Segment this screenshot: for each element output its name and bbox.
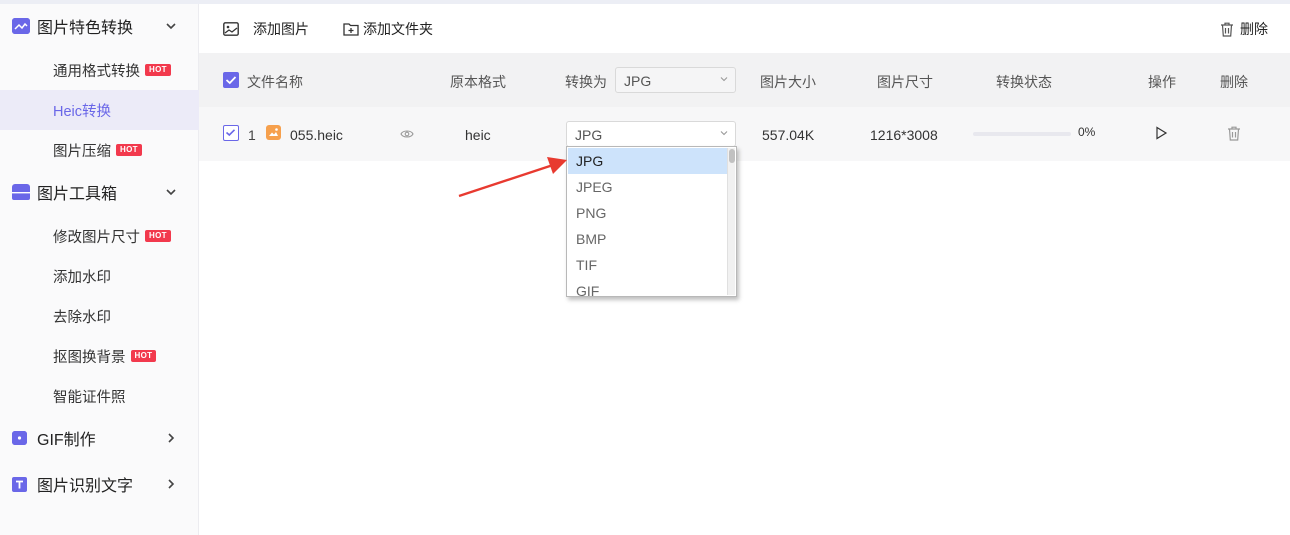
batch-format-select[interactable]: JPG bbox=[615, 67, 736, 93]
image-file-icon bbox=[266, 125, 281, 143]
sidebar-group-image-convert[interactable]: 图片特色转换 bbox=[0, 8, 199, 44]
play-icon[interactable] bbox=[1154, 126, 1168, 143]
header-size: 图片大小 bbox=[760, 74, 816, 90]
format-option-bmp[interactable]: BMP bbox=[568, 226, 728, 252]
hot-badge: HOT bbox=[130, 350, 157, 362]
header-orig-format: 原本格式 bbox=[450, 74, 506, 90]
sidebar-item-label: Heic转换 bbox=[53, 103, 112, 120]
row-progress-text: 0% bbox=[1078, 125, 1096, 139]
row-filename: 055.heic bbox=[290, 127, 343, 143]
sidebar-group-label: 图片特色转换 bbox=[37, 20, 134, 37]
hot-badge: HOT bbox=[145, 230, 171, 242]
sidebar-item-cutout-background[interactable]: 抠图换背景 HOT bbox=[0, 336, 199, 376]
select-all-checkbox[interactable] bbox=[223, 72, 239, 88]
chevron-right-icon bbox=[168, 433, 175, 443]
format-option-png[interactable]: PNG bbox=[568, 200, 728, 226]
hot-badge: HOT bbox=[116, 144, 142, 156]
batch-format-value: JPG bbox=[624, 73, 652, 89]
header-delete: 删除 bbox=[1220, 74, 1248, 90]
check-icon bbox=[225, 129, 236, 137]
header-status: 转换状态 bbox=[996, 74, 1052, 90]
sidebar-item-label: 修改图片尺寸 bbox=[53, 229, 140, 246]
row-index: 1 bbox=[248, 127, 256, 143]
row-dimensions: 1216*3008 bbox=[870, 127, 938, 143]
row-format-select[interactable]: JPG bbox=[566, 121, 736, 147]
header-action: 操作 bbox=[1148, 74, 1176, 90]
image-convert-icon bbox=[12, 18, 30, 34]
annotation-arrow-icon bbox=[458, 157, 567, 198]
chevron-right-icon bbox=[168, 479, 175, 489]
sidebar-item-compress[interactable]: 图片压缩 HOT bbox=[0, 130, 199, 170]
format-option-gif[interactable]: GIF bbox=[568, 278, 728, 296]
chevron-down-icon bbox=[166, 189, 176, 196]
sidebar-group-toolbox[interactable]: 图片工具箱 bbox=[0, 174, 199, 210]
row-format-value: JPG bbox=[575, 127, 603, 143]
check-icon bbox=[225, 76, 237, 85]
image-icon bbox=[223, 22, 239, 36]
delete-all-button[interactable]: 删除 bbox=[1220, 18, 1268, 40]
sidebar-item-resize[interactable]: 修改图片尺寸 HOT bbox=[0, 216, 199, 256]
delete-all-label: 删除 bbox=[1240, 21, 1268, 37]
sidebar: 图片特色转换 通用格式转换 HOT Heic转换 图片压缩 HOT 图片工具箱 … bbox=[0, 4, 199, 535]
sidebar-item-label: 去除水印 bbox=[53, 309, 111, 326]
chevron-down-icon bbox=[720, 77, 728, 82]
row-orig-format: heic bbox=[465, 127, 491, 143]
format-option-jpeg[interactable]: JPEG bbox=[568, 174, 728, 200]
header-dimensions: 图片尺寸 bbox=[877, 74, 933, 90]
text-ocr-icon bbox=[12, 476, 27, 492]
folder-add-icon bbox=[343, 23, 359, 36]
sidebar-item-label: 智能证件照 bbox=[53, 389, 126, 406]
dropdown-scrollbar[interactable] bbox=[727, 148, 735, 295]
header-filename: 文件名称 bbox=[247, 74, 303, 90]
add-image-button[interactable]: 添加图片 bbox=[223, 18, 309, 40]
format-option-tif[interactable]: TIF bbox=[568, 252, 728, 278]
row-checkbox[interactable] bbox=[223, 125, 239, 141]
sidebar-group-label: 图片识别文字 bbox=[37, 478, 134, 495]
sidebar-item-remove-watermark[interactable]: 去除水印 bbox=[0, 296, 199, 336]
scrollbar-thumb[interactable] bbox=[729, 149, 735, 163]
sidebar-item-general-convert[interactable]: 通用格式转换 HOT bbox=[0, 50, 199, 90]
row-size: 557.04K bbox=[762, 127, 815, 143]
table-row: 1 055.heic heic JPG 557.04K 1216*3008 0% bbox=[199, 107, 1290, 161]
sidebar-group-ocr[interactable]: 图片识别文字 bbox=[0, 466, 199, 502]
chevron-down-icon bbox=[166, 23, 176, 30]
sidebar-group-gif[interactable]: GIF制作 bbox=[0, 420, 199, 456]
eye-preview-icon[interactable] bbox=[400, 127, 414, 143]
trash-icon[interactable] bbox=[1227, 126, 1241, 144]
format-option-jpg[interactable]: JPG bbox=[568, 148, 728, 174]
hot-badge: HOT bbox=[145, 64, 171, 76]
toolbox-icon bbox=[12, 183, 30, 200]
trash-icon bbox=[1221, 22, 1233, 37]
sidebar-item-id-photo[interactable]: 智能证件照 bbox=[0, 376, 199, 416]
sidebar-item-heic-convert[interactable]: Heic转换 bbox=[0, 90, 199, 130]
progress-bar bbox=[973, 132, 1071, 136]
add-image-label: 添加图片 bbox=[253, 21, 309, 37]
format-dropdown-list: JPG JPEG PNG BMP TIF GIF bbox=[566, 146, 737, 297]
chevron-down-icon bbox=[720, 131, 728, 136]
gif-icon bbox=[12, 431, 27, 445]
sidebar-item-label: 抠图换背景 bbox=[53, 349, 126, 366]
sidebar-item-label: 图片压缩 bbox=[53, 143, 111, 160]
sidebar-item-label: 添加水印 bbox=[53, 269, 111, 286]
sidebar-item-label: 通用格式转换 bbox=[53, 63, 140, 80]
sidebar-item-add-watermark[interactable]: 添加水印 bbox=[0, 256, 199, 296]
header-convert-to: 转换为 bbox=[565, 74, 607, 90]
add-folder-button[interactable]: 添加文件夹 bbox=[343, 18, 433, 40]
sidebar-group-label: 图片工具箱 bbox=[37, 186, 118, 203]
add-folder-label: 添加文件夹 bbox=[363, 21, 433, 37]
sidebar-group-label: GIF制作 bbox=[37, 432, 96, 449]
table-header: 文件名称 原本格式 转换为 JPG 图片大小 图片尺寸 转换状态 操作 删除 bbox=[199, 53, 1290, 107]
